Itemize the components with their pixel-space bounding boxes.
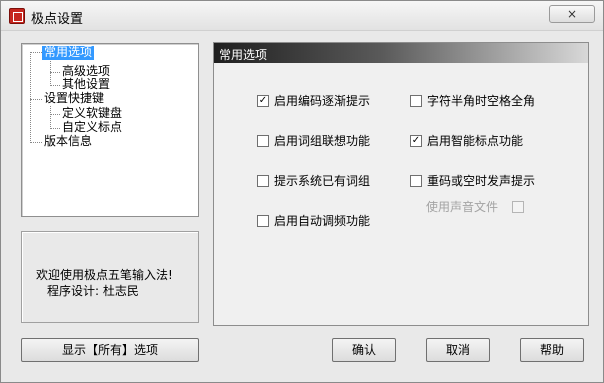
checkbox[interactable]	[410, 175, 422, 187]
help-button[interactable]: 帮助	[520, 338, 584, 362]
cancel-button[interactable]: 取消	[426, 338, 490, 362]
checkbox[interactable]	[257, 215, 269, 227]
welcome-text: 欢迎使用极点五笔输入法!	[36, 268, 173, 282]
window-title: 极点设置	[31, 12, 84, 27]
close-button[interactable]: ×	[549, 5, 595, 23]
tree-item-other-settings[interactable]: 其他设置	[62, 78, 110, 92]
checkbox[interactable]	[410, 95, 422, 107]
show-all-options-button[interactable]: 显示【所有】选项	[21, 338, 199, 362]
settings-tree: 常用选项 高级选项 其他设置 设置快捷键 定义软键盘 自定义标点 版本信息	[21, 43, 199, 217]
checkbox	[512, 201, 524, 213]
checkbox[interactable]: ✓	[410, 135, 422, 147]
author-text: 程序设计: 杜志民	[47, 284, 139, 298]
checkbox[interactable]	[257, 175, 269, 187]
welcome-box: 欢迎使用极点五笔输入法! 程序设计: 杜志民	[21, 231, 199, 323]
app-icon	[9, 8, 25, 24]
ok-button[interactable]: 确认	[332, 338, 396, 362]
settings-window: 极点设置 × 常用选项 高级选项 其他设置 设置快捷键 定义软键盘 自定义标点 …	[0, 0, 604, 383]
tree-item-hotkeys[interactable]: 设置快捷键	[44, 92, 104, 106]
tree-item-custom-punctuation[interactable]: 自定义标点	[62, 121, 122, 135]
checkbox[interactable]	[257, 135, 269, 147]
tree-item-soft-keyboard[interactable]: 定义软键盘	[62, 107, 122, 121]
options-panel: 常用选项 ✓ 启用编码逐渐提示 字符半角时空格全角 启用词组联想功能 ✓ 启用智…	[213, 42, 589, 326]
checkbox[interactable]: ✓	[257, 95, 269, 107]
panel-title: 常用选项	[219, 48, 268, 62]
title-bar: 极点设置 ×	[1, 1, 603, 31]
panel-header: 常用选项	[214, 43, 588, 63]
tree-item-common-options[interactable]: 常用选项	[42, 46, 95, 60]
tree-item-version-info[interactable]: 版本信息	[44, 135, 92, 149]
